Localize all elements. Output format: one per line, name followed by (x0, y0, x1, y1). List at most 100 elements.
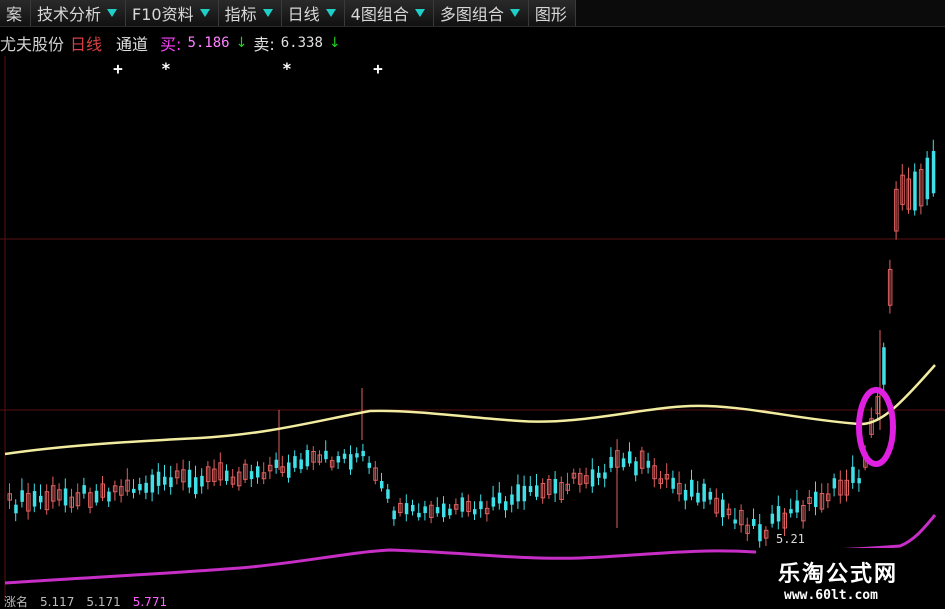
toolbar-tab-label: 指标 (224, 5, 257, 24)
candlestick-chart[interactable]: + * * + 5.21 (0, 0, 945, 609)
candle-body (287, 462, 291, 478)
candle-body (590, 469, 595, 487)
candle-body (832, 478, 837, 489)
candle-body (776, 506, 781, 522)
candle-body (931, 150, 936, 194)
buy-label: 买: (160, 35, 182, 54)
sell-value: 6.338 (280, 35, 323, 51)
candle-body (39, 495, 43, 503)
candle-body (355, 453, 359, 458)
annotations: 5.21 (776, 532, 805, 546)
candle-body (497, 492, 502, 504)
candle-body (386, 489, 390, 499)
toolbar-tab-6[interactable]: 多图组合 (433, 0, 529, 26)
candle-body (82, 485, 86, 494)
candle-body (758, 524, 762, 542)
signal-marker-2: * (282, 59, 292, 78)
candles-layer (7, 139, 936, 548)
signal-marker-1: * (161, 59, 171, 78)
candle-body (535, 485, 539, 497)
candle-body (305, 450, 310, 467)
top-toolbar: 案技术分析 F10资料 指标 日线 4图组合 多图组合 图形 (0, 0, 945, 27)
candle-body (138, 484, 142, 491)
candle-body (404, 503, 409, 515)
bottom-label: 涨名 (4, 595, 29, 609)
candle-body (634, 461, 638, 476)
candle-body (473, 509, 477, 515)
candle-body (274, 459, 279, 468)
candle-body (913, 171, 917, 211)
candle-body (423, 506, 427, 514)
toolbar-tab-5[interactable]: 4图组合 (344, 0, 434, 26)
candle-body (504, 501, 508, 511)
candle-body (733, 519, 737, 524)
candle-body (671, 477, 675, 489)
candle-body (94, 490, 99, 503)
candle-body (683, 489, 688, 501)
indicator-info-bar: 尤夫股份 日线 通道 买: 5.186 ↓ 卖: 6.338 ↓ (0, 30, 341, 56)
candle-body (721, 499, 725, 518)
toolbar-tab-7[interactable]: 图形 (528, 0, 576, 26)
toolbar-tab-label: 4图组合 (350, 5, 409, 24)
toolbar-tab-2[interactable]: F10资料 (126, 0, 219, 26)
candle-body (516, 484, 520, 502)
candle-body (169, 477, 173, 488)
price-annotation: 5.21 (776, 532, 805, 546)
candle-body (882, 347, 886, 385)
candle-body (249, 471, 254, 480)
candle-body (435, 507, 440, 514)
toolbar-tab-0[interactable]: 案 (0, 0, 32, 26)
signal-marker-3: + (373, 59, 383, 78)
candle-body (708, 491, 713, 500)
dropdown-triangle-icon (262, 9, 273, 17)
candle-body (336, 456, 341, 463)
candle-body (597, 472, 601, 478)
indicator-name[interactable]: 通道 (116, 31, 148, 55)
candle-body (460, 497, 465, 512)
toolbar-tab-label: 案 (6, 5, 23, 24)
buy-value: 5.186 (187, 35, 230, 51)
toolbar-tab-label: 多图组合 (439, 5, 504, 24)
candle-body (411, 504, 415, 512)
candle-body (479, 501, 483, 510)
candle-body (200, 475, 204, 487)
dropdown-triangle-icon (414, 9, 425, 17)
candle-body (163, 476, 167, 485)
candle-body (752, 518, 756, 526)
toolbar-tab-4[interactable]: 日线 (281, 0, 345, 26)
candle-body (367, 462, 372, 468)
candle-body (361, 450, 365, 457)
watermark-url: www.60lt.com (784, 588, 878, 603)
candle-body (448, 508, 452, 516)
dropdown-triangle-icon (509, 9, 520, 17)
candle-body (380, 480, 384, 489)
candle-body (256, 466, 260, 478)
toolbar-tab-label: F10资料 (132, 5, 194, 24)
toolbar-tab-3[interactable]: 指标 (218, 0, 282, 26)
dropdown-triangle-icon (325, 9, 336, 17)
sell-label: 卖: (253, 35, 275, 54)
candle-body (342, 453, 347, 459)
candle-body (553, 478, 558, 494)
bottom-indicator-bar: 涨名 5.117 5.171 5.771 (0, 596, 764, 609)
candle-body (20, 490, 24, 502)
stock-name[interactable]: 尤夫股份 (0, 31, 64, 55)
sell-down-arrow-icon: ↓ (328, 35, 341, 51)
toolbar-tab-label: 技术分析 (37, 5, 102, 24)
candle-body (442, 503, 446, 518)
candle-body (857, 478, 861, 484)
candle-body (621, 458, 626, 468)
candle-body (491, 497, 496, 507)
buy-down-arrow-icon: ↓ (235, 35, 248, 51)
toolbar-tab-1[interactable]: 技术分析 (31, 0, 127, 26)
toolbar-tab-label: 日线 (287, 5, 320, 24)
candle-body (609, 456, 613, 468)
candle-body (132, 488, 136, 493)
candle-body (150, 474, 155, 493)
candle-body (187, 469, 192, 488)
signal-marker-0: + (113, 59, 123, 78)
candle-body (795, 500, 799, 513)
candle-body (789, 509, 793, 514)
candle-body (392, 510, 396, 520)
dropdown-triangle-icon (107, 9, 118, 17)
